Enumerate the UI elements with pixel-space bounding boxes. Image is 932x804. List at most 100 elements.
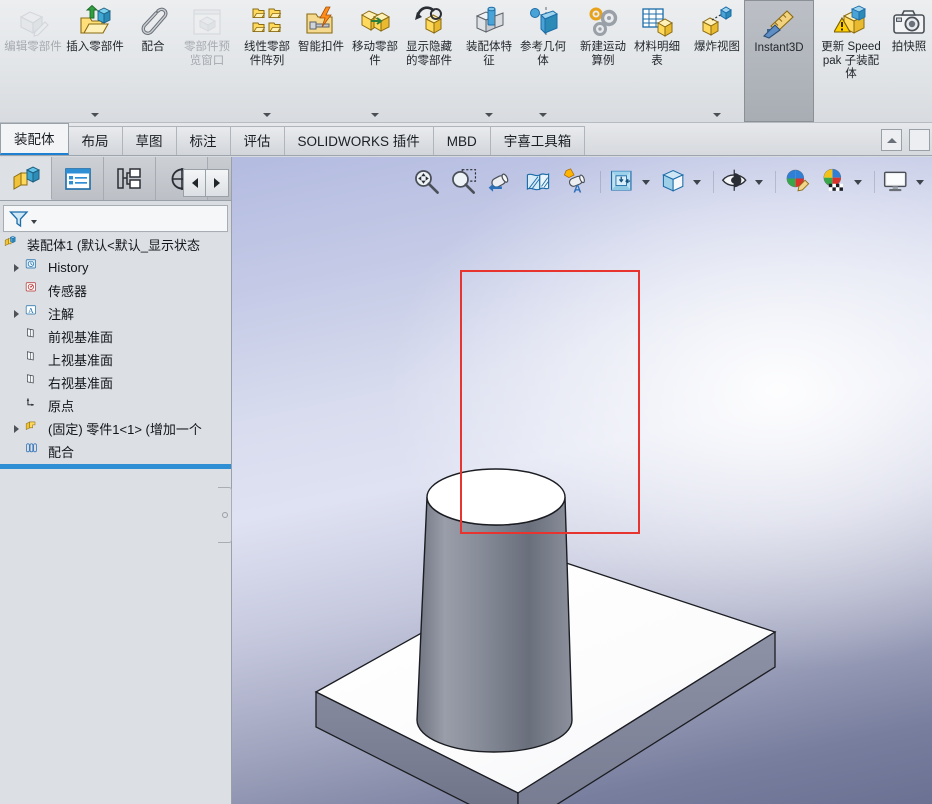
ribbon-button-insert-components[interactable]: 插入零部件 xyxy=(64,0,126,122)
feature-tree-selection-bar xyxy=(0,464,231,469)
tab-feature-manager[interactable] xyxy=(0,157,52,200)
ribbon-button-move-component[interactable]: 移动零部件 xyxy=(348,0,402,122)
feature-tree-item-annotations[interactable]: A 注解 xyxy=(0,302,231,325)
ribbon-button-new-motion-study[interactable]: 新建运动算例 xyxy=(576,0,630,122)
mates-icon xyxy=(26,442,37,452)
tab-evaluate[interactable]: 评估 xyxy=(229,126,285,155)
tab-mbd[interactable]: MBD xyxy=(432,126,491,155)
ribbon-toolbar: 编辑零部件 插入零部件 配合 零部件预览窗口 线性零部件阵列 智能扣件 移动零部件 显示隐藏的… xyxy=(0,0,932,123)
ribbon-options-button[interactable] xyxy=(909,129,930,151)
feature-tree-item-history[interactable]: History xyxy=(0,256,231,279)
collapse-ribbon-button[interactable] xyxy=(881,129,902,151)
ribbon-button-linear-component-pattern[interactable]: 线性零部件阵列 xyxy=(240,0,294,122)
ribbon-button-bill-of-materials[interactable]: 材料明细表 xyxy=(630,0,684,122)
feature-tree-filter[interactable] xyxy=(3,205,228,232)
tab-yuxi-toolbox[interactable]: 宇喜工具箱 xyxy=(489,126,586,155)
ribbon-tab-bar: 装配体 布局 草图 标注 评估 SOLIDWORKS 插件 MBD 宇喜工具箱 xyxy=(0,123,932,156)
feature-tree-item-right-plane[interactable]: 右视基准面 xyxy=(0,371,231,394)
smart-fastener-icon xyxy=(306,6,333,34)
ribbon-group-speedpak-snapshot: 更新 Speedpak 子装配体拍快照大型装配体设置 xyxy=(820,0,932,122)
tab-annotation[interactable]: 标注 xyxy=(175,126,231,155)
chevron-down-icon[interactable] xyxy=(713,113,721,117)
exploded-view-icon xyxy=(701,6,732,36)
ribbon-button-label: 装配体特征 xyxy=(466,41,512,67)
feature-tree-item-part1[interactable]: (固定) 零件1<1> (增加一个 xyxy=(0,417,231,440)
expand-arrow-icon[interactable] xyxy=(8,424,24,433)
expand-arrow-icon[interactable] xyxy=(8,309,24,318)
expand-arrow-icon[interactable] xyxy=(8,263,24,272)
tab-property-manager[interactable] xyxy=(52,157,104,200)
plane-icon xyxy=(24,373,46,393)
feature-tree-item-mates[interactable]: 配合 xyxy=(0,440,231,463)
feature-tree-item-front-plane[interactable]: 前视基准面 xyxy=(0,325,231,348)
ribbon-button-take-snapshot[interactable]: 拍快照 xyxy=(882,0,932,122)
feature-tree-item-top-plane[interactable]: 上视基准面 xyxy=(0,348,231,371)
plane-icon xyxy=(27,350,34,360)
filter-funnel-icon xyxy=(9,210,29,227)
ribbon-button-update-speedpak[interactable]: 更新 Speedpak 子装配体 xyxy=(820,0,882,122)
bom-table-icon xyxy=(640,5,674,39)
chevron-down-icon[interactable] xyxy=(263,113,271,117)
origin-icon xyxy=(26,397,34,406)
tab-layout[interactable]: 布局 xyxy=(67,126,123,155)
graphics-viewport[interactable]: A xyxy=(232,157,932,804)
feature-tree-item-label: 注解 xyxy=(48,307,75,322)
splitter-dot xyxy=(221,512,228,518)
ribbon-button-label: Instant3D xyxy=(754,42,804,54)
update-speedpak-icon xyxy=(833,5,867,34)
mates-icon xyxy=(24,442,46,462)
ribbon-group-patterns: 线性零部件阵列 智能扣件 移动零部件 显示隐藏的零部件 xyxy=(240,0,456,122)
ribbon-button-assembly-features[interactable]: 装配体特征 xyxy=(462,0,516,122)
motion-study-icon xyxy=(589,7,618,36)
chevron-down-icon[interactable] xyxy=(485,113,493,117)
tab-assembly[interactable]: 装配体 xyxy=(0,123,69,155)
ribbon-button-label: 线性零部件阵列 xyxy=(244,41,290,67)
ribbon-button-mate[interactable]: 配合 xyxy=(126,0,180,122)
linear-pattern-icon xyxy=(252,8,282,32)
tab-bar-spacer xyxy=(584,125,881,155)
ribbon-button-label: 配合 xyxy=(141,41,165,53)
ribbon-button-reference-geometry[interactable]: 参考几何体 xyxy=(516,0,570,122)
exploded-view-icon xyxy=(700,5,734,39)
ribbon-button-label: 显示隐藏的零部件 xyxy=(406,41,452,67)
ribbon-button-edit-component[interactable]: 编辑零部件 xyxy=(2,0,64,122)
update-speedpak-icon xyxy=(833,5,868,39)
ribbon-button-component-preview[interactable]: 零部件预览窗口 xyxy=(180,0,234,122)
ribbon-button-show-hidden-components[interactable]: 显示隐藏的零部件 xyxy=(402,0,456,122)
history-icon xyxy=(24,258,46,278)
reference-geometry-icon xyxy=(530,7,558,36)
edit-component-icon xyxy=(19,11,49,37)
plane-icon xyxy=(27,327,34,337)
feature-tree-item-origin[interactable]: 原点 xyxy=(0,394,231,417)
tab-configuration-manager[interactable] xyxy=(104,157,156,200)
plane-icon xyxy=(27,373,34,383)
panel-splitter-handle[interactable] xyxy=(218,487,232,543)
ribbon-button-instant3d[interactable]: Instant3D xyxy=(744,0,814,122)
mate-paperclip-icon xyxy=(136,5,170,39)
ribbon-button-label: 智能扣件 xyxy=(298,41,344,53)
ribbon-group-motion-bom: 新建运动算例 材料明细表 xyxy=(576,0,684,122)
feature-tree-item-sensors[interactable]: 传感器 xyxy=(0,279,231,302)
assembly-icon xyxy=(3,235,25,255)
tree-nav-forward-button[interactable] xyxy=(206,169,229,197)
tree-nav-back-button[interactable] xyxy=(183,169,206,197)
chevron-down-icon[interactable] xyxy=(91,113,99,117)
chevron-down-icon[interactable] xyxy=(371,113,379,117)
tab-sketch[interactable]: 草图 xyxy=(121,126,177,155)
arrow-left-icon xyxy=(191,178,198,188)
ribbon-button-smart-fasteners[interactable]: 智能扣件 xyxy=(294,0,348,122)
instant3d-ruler-icon xyxy=(763,10,794,39)
feature-tree-item-label: 右视基准面 xyxy=(48,376,114,391)
smart-fastener-icon xyxy=(304,5,338,39)
svg-text:A: A xyxy=(28,305,34,314)
ribbon-button-exploded-view[interactable]: 爆炸视图 xyxy=(690,0,744,122)
show-hidden-icon xyxy=(415,6,443,34)
annotation-icon: A xyxy=(25,304,36,314)
feature-tree-root[interactable]: 装配体1 (默认<默认_显示状态 xyxy=(0,233,231,256)
ribbon-button-label: 参考几何体 xyxy=(520,41,566,67)
camera-icon xyxy=(892,5,926,39)
chevron-down-icon[interactable] xyxy=(539,113,547,117)
reference-geometry-icon xyxy=(526,5,560,39)
cylinder-side-face xyxy=(416,496,573,753)
tab-sw-addins[interactable]: SOLIDWORKS 插件 xyxy=(283,126,434,155)
